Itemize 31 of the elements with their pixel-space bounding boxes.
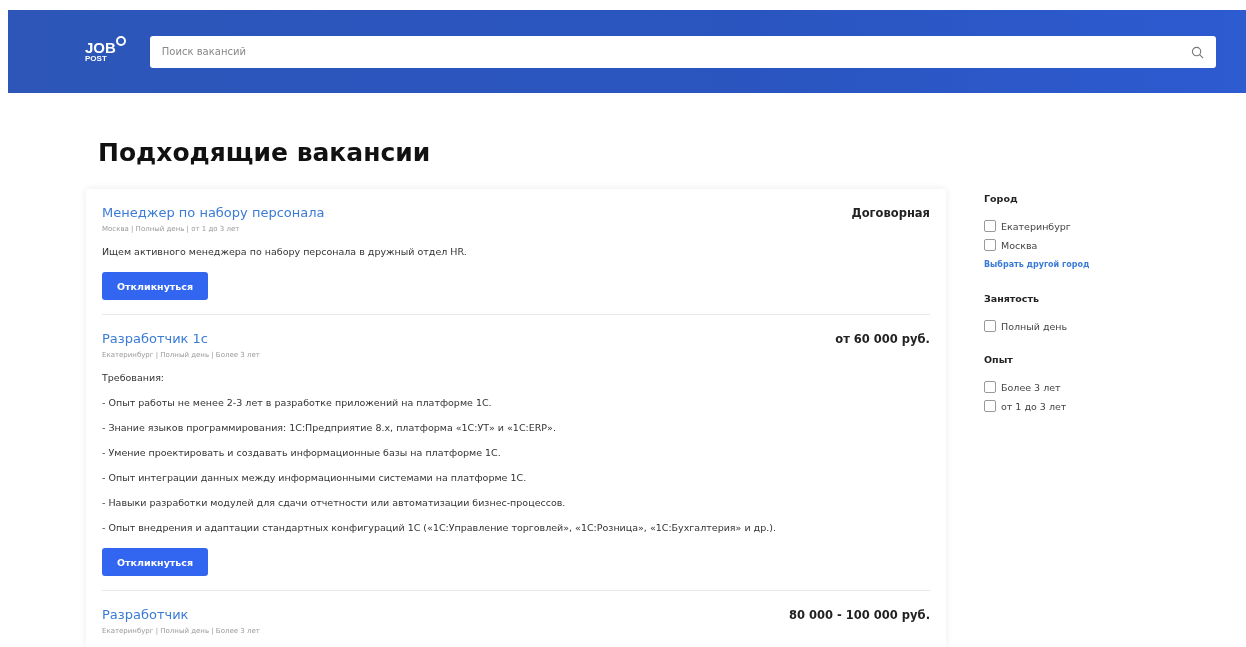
respond-button[interactable]: Откликнуться xyxy=(102,272,209,300)
description-line: - Опыт внедрения и адаптации стандартных конфигураций 1С («1С:Управление торговлей», «1С:Розница», «1С:Бухгалтерия» и др.). xyxy=(102,521,777,534)
description-line: Ищем активного менеджера по набору персонала в дружный отдел HR. xyxy=(102,245,468,258)
filter-checkbox[interactable]: Более 3 лет xyxy=(984,381,1184,393)
vacancy-title-link[interactable]: Разработчик xyxy=(102,607,189,622)
filter-heading: Город xyxy=(984,193,1019,204)
description-line: - Опыт работы не менее 2-3 лет в разработке приложений на платформе 1С. xyxy=(102,396,493,409)
logo-badge-icon xyxy=(115,36,126,46)
vacancy-title-link[interactable]: Разработчик 1с xyxy=(102,331,208,346)
logo-subtext: POST xyxy=(85,55,107,63)
search-field[interactable]: Поиск вакансий xyxy=(149,35,1216,68)
salary-text: от 60 000 руб. xyxy=(835,332,930,346)
description-line: - Знание языков программирования: 1С:Предприятие 8.х, платформа «1С:УТ» и «1С:ERP». xyxy=(102,421,557,434)
filter-heading: Опыт xyxy=(984,354,1014,365)
description-line: - Навыки разработки модулей для сдачи отчетности или автоматизации бизнес-процессов. xyxy=(102,496,567,509)
salary-text: Договорная xyxy=(851,206,930,220)
description-line: Требования: xyxy=(102,371,166,384)
choose-city-link[interactable]: Выбрать другой город xyxy=(984,260,1090,269)
filter-checkbox[interactable]: Москва xyxy=(984,239,1184,251)
salary-text: 80 000 - 100 000 руб. xyxy=(789,608,930,622)
description-line: - Умение проектировать и создавать информационные базы на платформе 1С. xyxy=(102,446,502,459)
logo-text: JOB xyxy=(85,40,116,55)
description-line: - Опыт интеграции данных между информационными системами на платформе 1С. xyxy=(102,471,528,484)
filter-checkbox[interactable]: от 1 до 3 лет xyxy=(984,400,1184,412)
respond-button[interactable]: Откликнуться xyxy=(102,548,209,576)
filter-checkbox[interactable]: Полный день xyxy=(984,320,1184,332)
page-heading: Подходящие вакансии xyxy=(98,138,432,167)
filter-heading: Занятость xyxy=(984,293,1040,304)
filter-checkbox[interactable]: Екатеринбург xyxy=(984,220,1184,232)
vacancy-title-link[interactable]: Менеджер по набору персонала xyxy=(102,205,325,220)
search-icon[interactable] xyxy=(1191,45,1204,59)
